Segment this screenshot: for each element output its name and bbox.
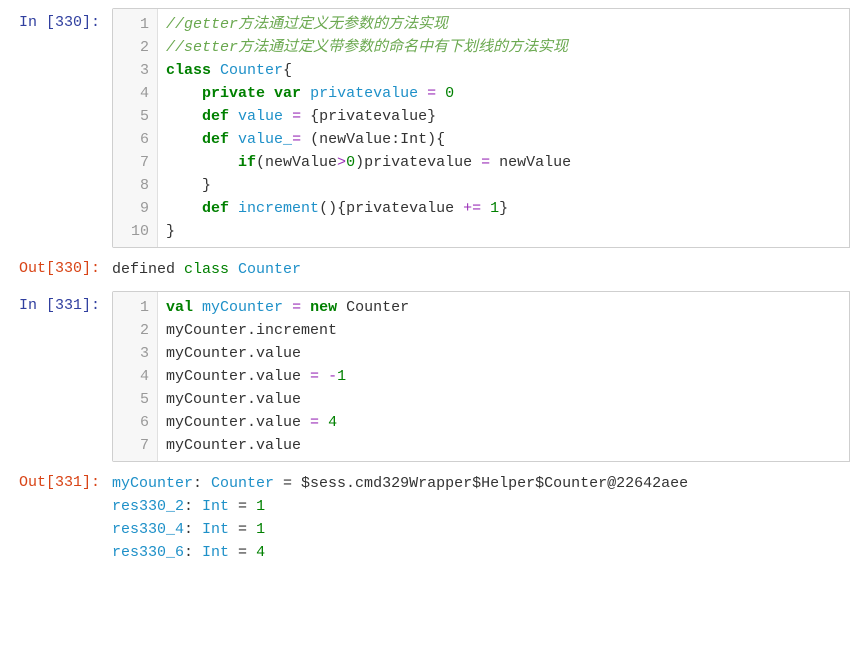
- out-prompt: Out[331]:: [0, 468, 112, 568]
- output-area: defined class Counter: [112, 254, 850, 285]
- input-cell: In [330]:12345678910//getter方法通过定义无参数的方法…: [0, 8, 850, 248]
- output-cell: Out[331]:myCounter: Counter = $sess.cmd3…: [0, 468, 850, 568]
- out-prompt: Out[330]:: [0, 254, 112, 285]
- notebook: In [330]:12345678910//getter方法通过定义无参数的方法…: [0, 8, 850, 568]
- in-prompt: In [331]:: [0, 291, 112, 462]
- code-input-area[interactable]: 1234567val myCounter = new CountermyCoun…: [112, 291, 850, 462]
- input-cell: In [331]:1234567val myCounter = new Coun…: [0, 291, 850, 462]
- in-prompt: In [330]:: [0, 8, 112, 248]
- code-editor[interactable]: val myCounter = new CountermyCounter.inc…: [158, 292, 849, 461]
- line-gutter: 1234567: [113, 292, 158, 461]
- code-editor[interactable]: //getter方法通过定义无参数的方法实现//setter方法通过定义带参数的…: [158, 9, 849, 247]
- output-area: myCounter: Counter = $sess.cmd329Wrapper…: [112, 468, 850, 568]
- line-gutter: 12345678910: [113, 9, 158, 247]
- code-input-area[interactable]: 12345678910//getter方法通过定义无参数的方法实现//sette…: [112, 8, 850, 248]
- output-cell: Out[330]:defined class Counter: [0, 254, 850, 285]
